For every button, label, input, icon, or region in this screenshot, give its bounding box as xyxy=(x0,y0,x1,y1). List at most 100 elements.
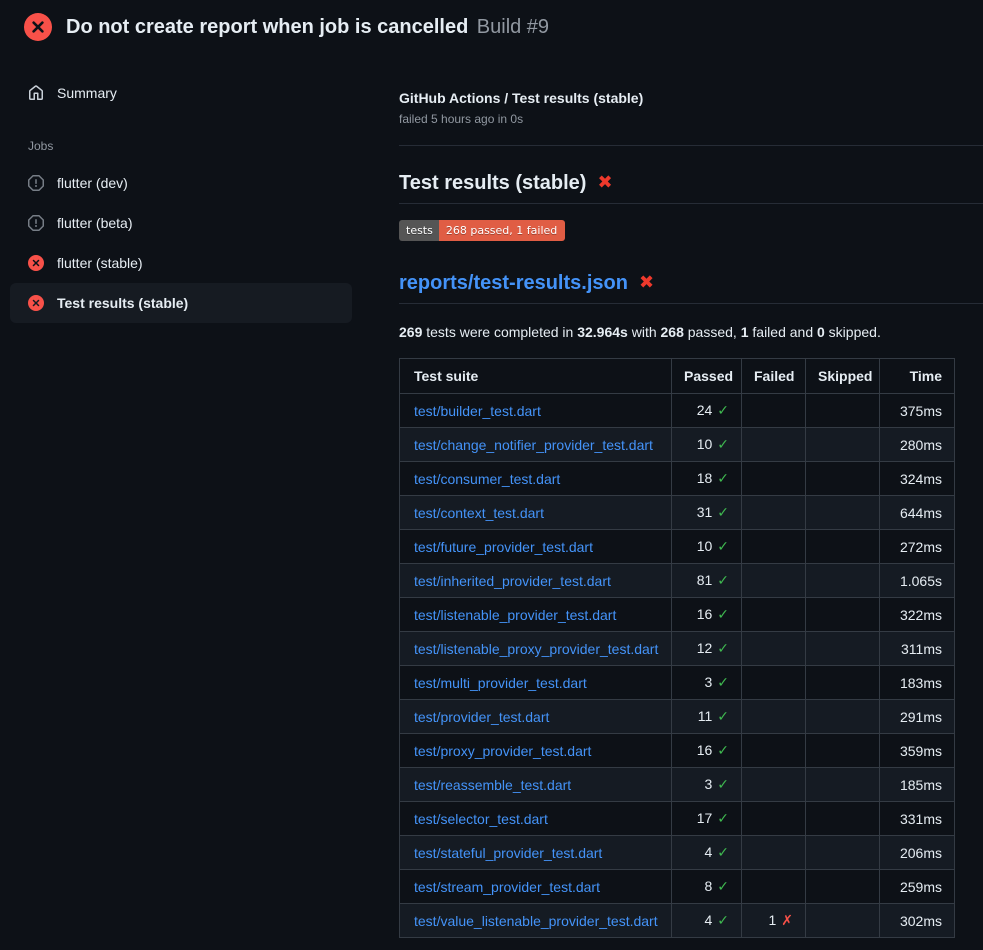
test-suite-cell: test/multi_provider_test.dart xyxy=(400,666,672,700)
time-cell: 324ms xyxy=(880,462,955,496)
test-suite-cell: test/listenable_proxy_provider_test.dart xyxy=(400,632,672,666)
time-cell: 311ms xyxy=(880,632,955,666)
sidebar-item-label: flutter (dev) xyxy=(57,175,128,191)
test-suite-link[interactable]: test/value_listenable_provider_test.dart xyxy=(414,913,658,929)
test-suite-link[interactable]: test/reassemble_test.dart xyxy=(414,777,571,793)
x-mark-icon: ✗ xyxy=(781,913,793,929)
count-value: 17 xyxy=(697,810,713,826)
time-cell: 359ms xyxy=(880,734,955,768)
test-suite-cell: test/stream_provider_test.dart xyxy=(400,870,672,904)
test-suite-link[interactable]: test/inherited_provider_test.dart xyxy=(414,573,611,589)
test-suite-link[interactable]: test/listenable_proxy_provider_test.dart xyxy=(414,641,658,657)
check-icon: ✓ xyxy=(717,607,729,623)
test-suite-cell: test/proxy_provider_test.dart xyxy=(400,734,672,768)
report-file-link[interactable]: reports/test-results.json xyxy=(399,270,628,296)
build-number: Build #9 xyxy=(477,16,549,38)
skipped-cell xyxy=(806,734,880,768)
test-suite-link[interactable]: test/future_provider_test.dart xyxy=(414,539,593,555)
summary-number: 32.964s xyxy=(577,324,628,340)
summary-text: failed and xyxy=(749,324,818,340)
count-value: 16 xyxy=(697,742,713,758)
test-suite-cell: test/context_test.dart xyxy=(400,496,672,530)
failed-cell xyxy=(742,530,806,564)
table-row: test/change_notifier_provider_test.dart1… xyxy=(400,428,955,462)
test-suite-link[interactable]: test/context_test.dart xyxy=(414,505,544,521)
time-cell: 280ms xyxy=(880,428,955,462)
test-suite-cell: test/inherited_provider_test.dart xyxy=(400,564,672,598)
passed-cell: 16✓ xyxy=(672,598,742,632)
sidebar-item-flutter-beta[interactable]: flutter (beta) xyxy=(10,203,352,243)
passed-cell: 3✓ xyxy=(672,768,742,802)
check-icon: ✓ xyxy=(717,777,729,793)
table-row: test/future_provider_test.dart10✓272ms xyxy=(400,530,955,564)
test-suite-link[interactable]: test/change_notifier_provider_test.dart xyxy=(414,437,653,453)
summary-text: with xyxy=(628,324,661,340)
build-header: Do not create report when job is cancell… xyxy=(0,0,983,53)
table-row: test/context_test.dart31✓644ms xyxy=(400,496,955,530)
test-suite-cell: test/selector_test.dart xyxy=(400,802,672,836)
check-icon: ✓ xyxy=(717,539,729,555)
failed-cell xyxy=(742,700,806,734)
sidebar-item-test-results-stable[interactable]: Test results (stable) xyxy=(10,283,352,323)
time-cell: 322ms xyxy=(880,598,955,632)
count-value: 1 xyxy=(768,912,776,928)
time-cell: 183ms xyxy=(880,666,955,700)
test-suite-cell: test/listenable_provider_test.dart xyxy=(400,598,672,632)
x-circle-fill-icon xyxy=(24,13,52,41)
test-suite-cell: test/change_notifier_provider_test.dart xyxy=(400,428,672,462)
table-row: test/stream_provider_test.dart8✓259ms xyxy=(400,870,955,904)
check-icon: ✓ xyxy=(717,641,729,657)
test-suite-link[interactable]: test/stateful_provider_test.dart xyxy=(414,845,602,861)
failed-cell: 1✗ xyxy=(742,904,806,938)
column-header-skipped: Skipped xyxy=(806,359,880,394)
test-suite-cell: test/stateful_provider_test.dart xyxy=(400,836,672,870)
check-icon: ✓ xyxy=(717,675,729,691)
report-heading: reports/test-results.json ✖ xyxy=(399,270,983,304)
count-value: 24 xyxy=(697,402,713,418)
stop-icon xyxy=(28,215,44,231)
test-suite-link[interactable]: test/stream_provider_test.dart xyxy=(414,879,600,895)
time-cell: 331ms xyxy=(880,802,955,836)
section-heading-text: Test results (stable) xyxy=(399,170,586,196)
test-suite-link[interactable]: test/builder_test.dart xyxy=(414,403,541,419)
page-title: Do not create report when job is cancell… xyxy=(66,16,468,38)
passed-cell: 12✓ xyxy=(672,632,742,666)
count-value: 8 xyxy=(704,878,712,894)
time-cell: 206ms xyxy=(880,836,955,870)
passed-cell: 24✓ xyxy=(672,394,742,428)
table-row: test/provider_test.dart 11✓ 291ms xyxy=(400,700,955,734)
time-cell: 185ms xyxy=(880,768,955,802)
check-icon: ✓ xyxy=(717,913,729,929)
time-cell: 291ms xyxy=(880,700,955,734)
passed-cell: 16✓ xyxy=(672,734,742,768)
skipped-cell xyxy=(806,394,880,428)
failed-cell xyxy=(742,768,806,802)
passed-cell: 3✓ xyxy=(672,666,742,700)
test-suite-link[interactable]: test/selector_test.dart xyxy=(414,811,548,827)
badge-label: tests xyxy=(399,220,439,241)
sidebar-item-flutter-dev[interactable]: flutter (dev) xyxy=(10,163,352,203)
skipped-cell xyxy=(806,666,880,700)
failed-cell xyxy=(742,836,806,870)
home-icon xyxy=(28,85,44,101)
passed-cell: 4✓ xyxy=(672,836,742,870)
count-value: 4 xyxy=(704,844,712,860)
time-cell: 375ms xyxy=(880,394,955,428)
skipped-cell xyxy=(806,462,880,496)
sidebar-item-flutter-stable[interactable]: flutter (stable) xyxy=(10,243,352,283)
failed-cell xyxy=(742,666,806,700)
check-icon: ✓ xyxy=(717,811,729,827)
passed-cell: 11✓ xyxy=(672,700,742,734)
test-suite-link[interactable]: test/multi_provider_test.dart xyxy=(414,675,587,691)
test-suite-link[interactable]: test/listenable_provider_test.dart xyxy=(414,607,616,623)
test-suite-link[interactable]: test/proxy_provider_test.dart xyxy=(414,743,591,759)
sidebar-item-summary[interactable]: Summary xyxy=(10,73,352,113)
skipped-cell xyxy=(806,870,880,904)
table-row: test/reassemble_test.dart 3✓ 185ms xyxy=(400,768,955,802)
test-suite-link[interactable]: test/provider_test.dart xyxy=(414,709,549,725)
table-row: test/value_listenable_provider_test.dart… xyxy=(400,904,955,938)
test-suite-link[interactable]: test/consumer_test.dart xyxy=(414,471,560,487)
test-suite-cell: test/future_provider_test.dart xyxy=(400,530,672,564)
check-icon: ✓ xyxy=(717,437,729,453)
failed-cell xyxy=(742,734,806,768)
